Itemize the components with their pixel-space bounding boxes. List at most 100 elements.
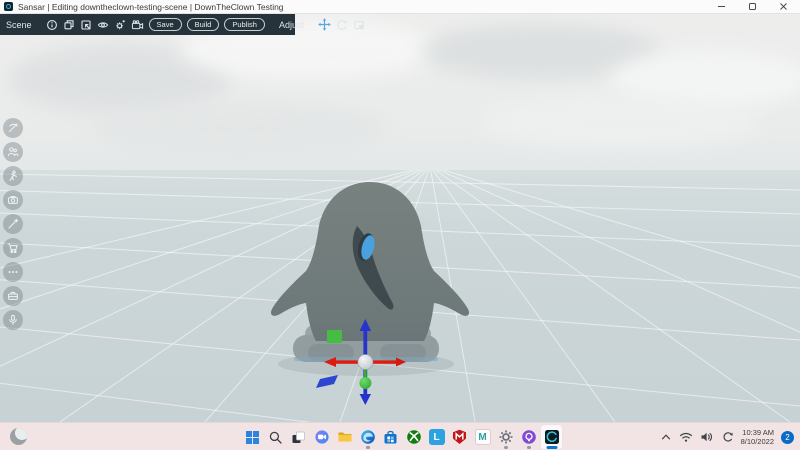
taskbar-edge-button[interactable]: [356, 424, 379, 450]
video-camera-icon: [131, 19, 144, 31]
store-icon: [383, 430, 398, 445]
notification-count: 2: [785, 433, 789, 442]
sansar-editor-window: Sansar | Editing downtheclown-testing-sc…: [0, 0, 800, 450]
taskbar-store-button[interactable]: [379, 424, 402, 450]
sidebar-item-effects[interactable]: [3, 214, 23, 234]
scale-icon: [353, 19, 365, 31]
notification-badge[interactable]: 2: [781, 431, 794, 444]
camera-icon: [7, 194, 19, 206]
minimize-button[interactable]: [717, 2, 726, 11]
search-icon: [268, 430, 283, 445]
people-icon: [7, 146, 19, 158]
hidden-icons-button[interactable]: [660, 432, 672, 442]
m-app-letter: M: [478, 432, 486, 443]
magic-wand-icon: [7, 218, 19, 230]
scene-menu-button[interactable]: Scene: [6, 20, 32, 30]
visibility-button[interactable]: [97, 18, 109, 32]
sidebar-item-build-tools[interactable]: [3, 118, 23, 138]
taskbar-settings-button[interactable]: [494, 424, 517, 450]
l-app-icon: L: [429, 429, 445, 445]
voice-app-icon: [521, 429, 537, 445]
taskbar-l-app-button[interactable]: L: [425, 424, 448, 450]
rotate-icon: [336, 19, 348, 31]
taskbar-apps: L M: [241, 424, 563, 450]
xbox-icon: [406, 429, 422, 445]
wifi-icon: [679, 431, 693, 443]
shopping-cart-icon: [7, 242, 19, 254]
sidebar-item-microphone[interactable]: [3, 310, 23, 330]
wifi-button[interactable]: [679, 431, 693, 443]
taskbar-xbox-button[interactable]: [402, 424, 425, 450]
taskbar-search-button[interactable]: [264, 424, 287, 450]
windows-taskbar: L M: [0, 422, 800, 450]
sidebar-item-camera[interactable]: [3, 190, 23, 210]
eye-icon: [97, 19, 109, 31]
scale-tool-button[interactable]: [353, 18, 365, 32]
3d-viewport[interactable]: [0, 14, 800, 422]
adjust-menu-button[interactable]: Adjust: [279, 20, 304, 30]
import-icon: [80, 19, 92, 31]
taskbar-task-view-button[interactable]: [287, 424, 310, 450]
tray-date: 8/10/2022: [741, 437, 774, 446]
system-tray: 10:39 AM 8/10/2022 2: [660, 423, 794, 450]
sidebar-item-store[interactable]: [3, 238, 23, 258]
import-button[interactable]: [80, 18, 92, 32]
move-icon: [318, 18, 331, 31]
info-icon: [46, 19, 58, 31]
gear-icon: [114, 19, 126, 31]
windows-start-icon: [245, 430, 260, 445]
publish-button[interactable]: Publish: [224, 18, 265, 31]
titlebar: Sansar | Editing downtheclown-testing-sc…: [0, 0, 800, 14]
gizmo-center-handle[interactable]: [358, 355, 373, 370]
edge-icon: [360, 429, 376, 445]
running-indicator: [527, 446, 531, 449]
save-button[interactable]: Save: [149, 18, 182, 31]
mcafee-shield-icon: [452, 429, 467, 445]
pickaxe-icon: [7, 122, 19, 134]
taskbar-m-app-button[interactable]: M: [471, 424, 494, 450]
taskbar-sansar-button[interactable]: [540, 424, 563, 450]
sansar-app-icon: [4, 2, 13, 11]
sync-button[interactable]: [721, 431, 734, 443]
m-app-icon: M: [475, 429, 491, 445]
taskbar-voice-app-button[interactable]: [517, 424, 540, 450]
more-ellipsis-icon: [7, 266, 19, 278]
scene-canvas[interactable]: [0, 14, 800, 422]
taskbar-clock[interactable]: 10:39 AM 8/10/2022: [741, 428, 774, 446]
maximize-button[interactable]: [748, 2, 757, 11]
active-indicator: [546, 446, 557, 449]
file-explorer-icon: [337, 429, 353, 445]
speaker-icon: [700, 431, 714, 443]
running-indicator: [504, 446, 508, 449]
settings-gear-icon: [498, 429, 514, 445]
chevron-up-icon: [660, 432, 672, 442]
chat-icon: [314, 429, 330, 445]
duplicate-button[interactable]: [63, 18, 75, 32]
l-app-letter: L: [433, 432, 439, 443]
selection-marker: [327, 330, 342, 343]
taskbar-start-button[interactable]: [241, 424, 264, 450]
widgets-icon[interactable]: [10, 428, 27, 445]
video-camera-button[interactable]: [131, 18, 144, 32]
sync-icon: [721, 431, 734, 443]
settings-button[interactable]: [114, 18, 126, 32]
sansar-taskbar-icon: [544, 429, 560, 445]
tray-time: 10:39 AM: [741, 428, 774, 437]
task-view-icon: [291, 430, 306, 445]
microphone-icon: [7, 314, 19, 326]
taskbar-mcafee-button[interactable]: [448, 424, 471, 450]
sidebar-item-toolbox[interactable]: [3, 286, 23, 306]
window-title: Sansar | Editing downtheclown-testing-sc…: [18, 2, 284, 12]
sidebar-item-more[interactable]: [3, 262, 23, 282]
taskbar-chat-button[interactable]: [310, 424, 333, 450]
sidebar-item-avatars[interactable]: [3, 142, 23, 162]
volume-button[interactable]: [700, 431, 714, 443]
move-tool-button[interactable]: [318, 18, 331, 32]
rotate-tool-button[interactable]: [336, 18, 348, 32]
taskbar-file-explorer-button[interactable]: [333, 424, 356, 450]
build-button[interactable]: Build: [187, 18, 220, 31]
duplicate-icon: [63, 19, 75, 31]
sidebar-item-emotes[interactable]: [3, 166, 23, 186]
scene-info-button[interactable]: [46, 18, 58, 32]
close-button[interactable]: [779, 2, 788, 11]
